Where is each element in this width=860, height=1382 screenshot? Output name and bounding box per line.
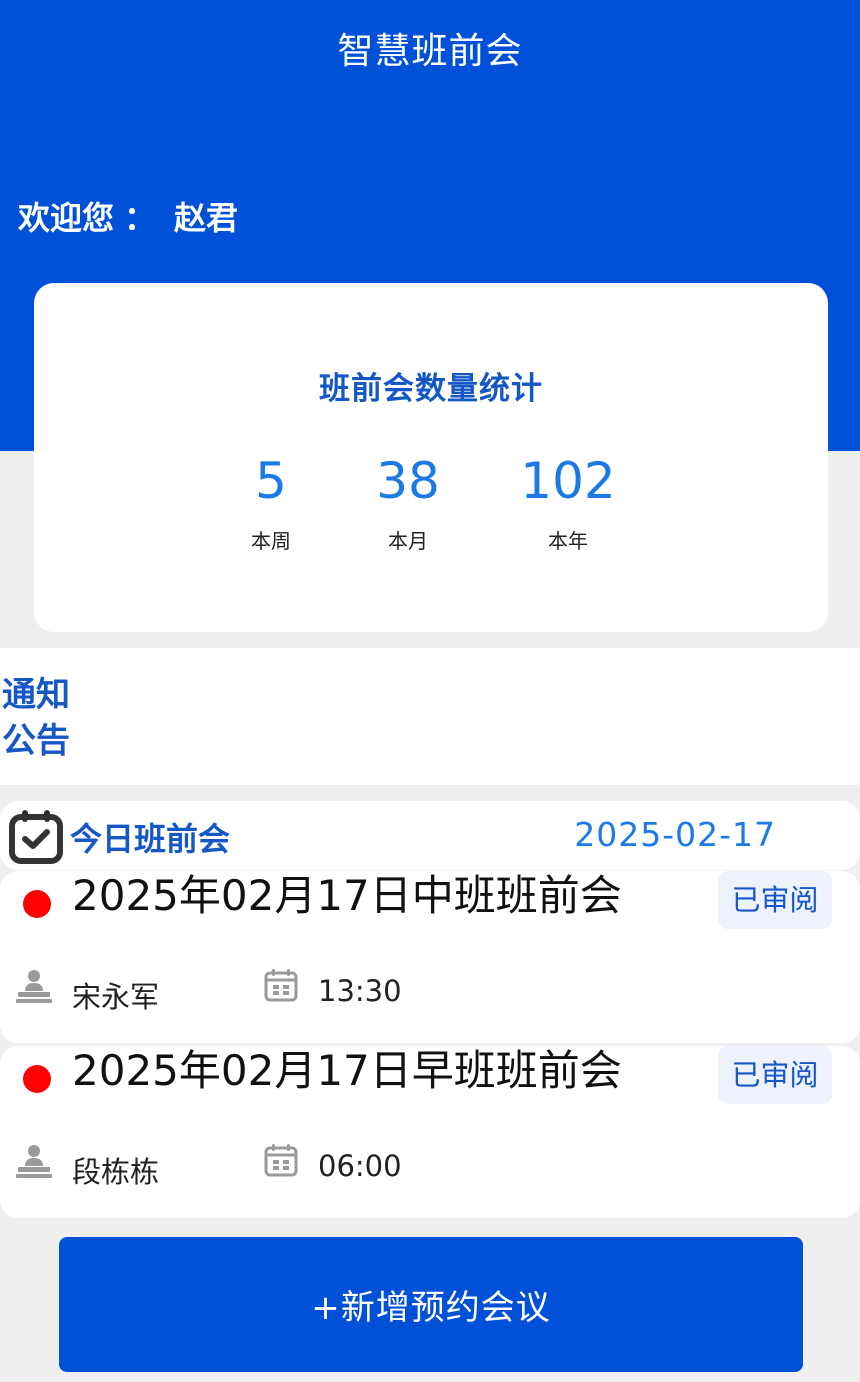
status-dot xyxy=(23,890,51,918)
stat-year[interactable]: 102 本年 xyxy=(488,451,648,554)
stats-card: 班前会数量统计 5 本周 38 本月 102 本年 xyxy=(34,283,828,632)
app-title: 智慧班前会 xyxy=(337,31,523,72)
stat-week-value: 5 xyxy=(255,452,287,510)
today-meetings-header: 今日班前会 2025-02-17 xyxy=(0,801,860,870)
status-badge: 已审阅 xyxy=(718,1046,832,1104)
calendar-icon xyxy=(264,969,298,1002)
meeting-title: 2025年02月17日早班班前会 xyxy=(72,1046,622,1095)
meeting-time: 13:30 xyxy=(318,974,402,1008)
speaker-icon xyxy=(16,970,52,1003)
notice-title: 通知公告 xyxy=(2,675,70,761)
calendar-icon xyxy=(264,1144,298,1177)
user-name: 赵君 xyxy=(174,199,239,237)
status-dot xyxy=(23,1065,51,1093)
welcome-label: 欢迎您 xyxy=(18,199,115,237)
today-title: 今日班前会 xyxy=(70,820,231,858)
speaker-icon xyxy=(16,1145,52,1178)
stat-week[interactable]: 5 本周 xyxy=(191,451,351,554)
stat-month-label: 本月 xyxy=(388,529,428,553)
meeting-card[interactable]: 2025年02月17日早班班前会 已审阅 段栋栋 06:00 xyxy=(0,1046,860,1218)
notice-section[interactable]: 通知公告 xyxy=(0,648,860,785)
stat-month[interactable]: 38 本月 xyxy=(328,451,488,554)
today-date: 2025-02-17 xyxy=(574,815,776,854)
meeting-time: 06:00 xyxy=(318,1149,402,1183)
stats-title: 班前会数量统计 xyxy=(319,371,543,407)
welcome-line: 欢迎您 ： 赵君 xyxy=(18,193,238,239)
meeting-title: 2025年02月17日中班班前会 xyxy=(72,871,622,920)
stat-year-label: 本年 xyxy=(548,529,588,553)
welcome-separator: ： xyxy=(124,199,157,237)
stat-month-value: 38 xyxy=(376,452,440,510)
calendar-check-icon xyxy=(9,810,63,864)
stat-week-label: 本周 xyxy=(251,529,291,553)
meeting-card[interactable]: 2025年02月17日中班班前会 已审阅 宋永军 13:30 xyxy=(0,871,860,1043)
status-badge: 已审阅 xyxy=(718,871,832,929)
person-name: 段栋栋 xyxy=(72,1155,160,1189)
add-meeting-button[interactable]: +新增预约会议 xyxy=(59,1237,803,1372)
stat-year-value: 102 xyxy=(520,452,616,510)
person-name: 宋永军 xyxy=(72,980,160,1014)
